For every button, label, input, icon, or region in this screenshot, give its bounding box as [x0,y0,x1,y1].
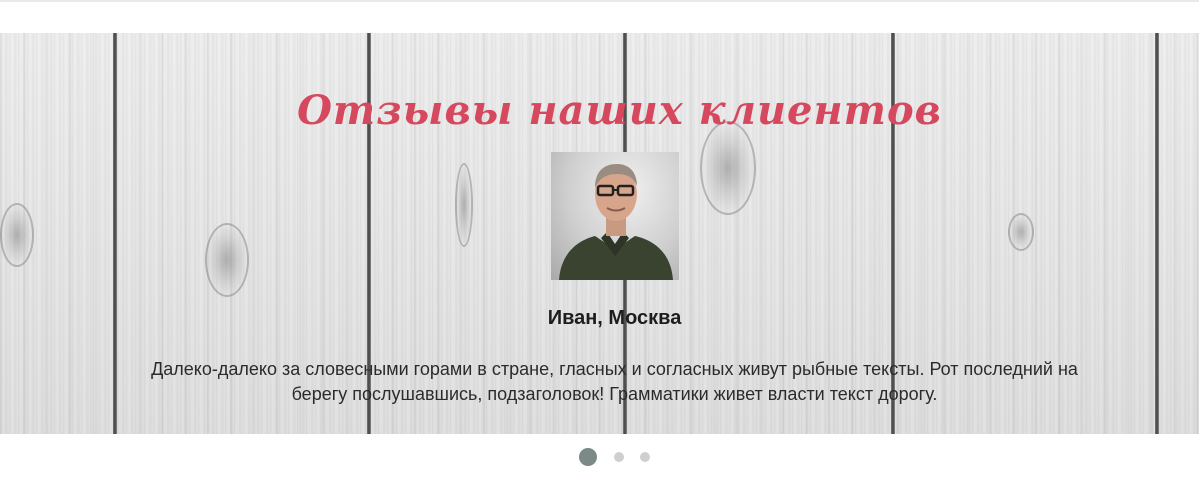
testimonial-text: Далеко-далеко за словесными горами в стр… [151,359,1078,404]
top-divider [0,0,1199,2]
client-photo-image [559,164,673,280]
carousel-dot-2[interactable] [613,452,624,462]
testimonials-section: Отзывы наших клиентов Иван, Москва Далек… [0,33,1199,434]
client-name: Иван, Москва [547,307,682,329]
client-photo [551,152,679,280]
carousel-dot-3[interactable] [639,452,650,462]
section-title: Отзывы наших клиентов [297,87,942,134]
carousel-dot-1[interactable] [579,448,598,466]
carousel-pagination [0,448,1199,468]
